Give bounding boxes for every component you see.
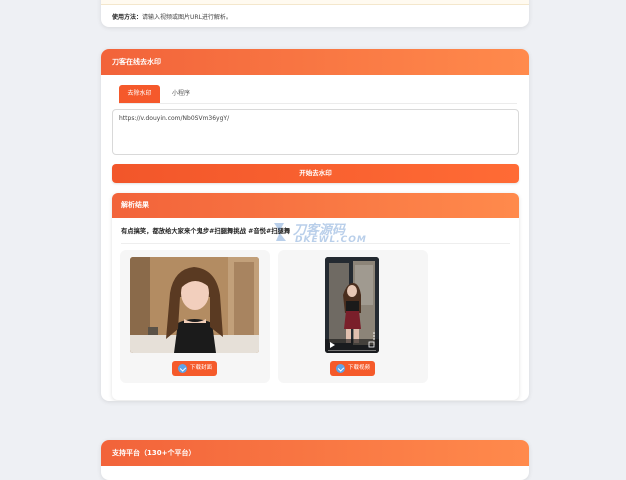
cover-image [130, 257, 259, 353]
cover-box: 下载封面 [120, 250, 270, 383]
result-card: 解析结果 有点搞笑，都放给大家来个鬼步#扫腿舞挑战 #音悦#扫腿舞 下载封面 下… [112, 193, 519, 400]
download-video-button[interactable]: 下载视频 [330, 361, 375, 376]
cover-image-art [130, 257, 259, 353]
video-box: 下载视频 [278, 250, 428, 383]
usage-label: 使用方法： [112, 14, 143, 21]
video-frame [325, 257, 379, 353]
result-card-title: 解析结果 [112, 193, 519, 218]
platforms-title: 支持平台（130+个平台） [101, 440, 529, 466]
platforms-card: 支持平台（130+个平台） [101, 440, 529, 480]
video-title: 有点搞笑，都放给大家来个鬼步#扫腿舞挑战 #音悦#扫腿舞 [121, 228, 291, 235]
usage-text: 请输入视频或图片URL进行解析。 [142, 14, 232, 21]
url-input[interactable]: https://v.douyin.com/Nb0SVm36ygY/ [112, 109, 519, 155]
usage-hint: 使用方法：请输入视频或图片URL进行解析。 [112, 12, 232, 21]
download-cover-label: 下载封面 [190, 365, 213, 371]
more-icon [373, 335, 375, 337]
download-video-label: 下载视频 [348, 365, 371, 371]
usage-card: 使用方法：请输入视频或图片URL进行解析。 [101, 0, 529, 27]
main-card-title: 刀客在线去水印 [101, 49, 529, 75]
tab-bar: 去除水印 小程序 [119, 85, 517, 104]
download-cover-button[interactable]: 下载封面 [172, 361, 217, 376]
usage-card-accent [101, 0, 529, 5]
download-icon [336, 364, 345, 373]
start-button[interactable]: 开始去水印 [112, 164, 519, 183]
main-card: 刀客在线去水印 去除水印 小程序 https://v.douyin.com/Nb… [101, 49, 529, 401]
video-player[interactable] [325, 257, 379, 353]
download-icon [178, 364, 187, 373]
tab-remove-watermark[interactable]: 去除水印 [119, 85, 160, 103]
tab-mini-program[interactable]: 小程序 [165, 85, 197, 103]
divider [121, 243, 510, 244]
